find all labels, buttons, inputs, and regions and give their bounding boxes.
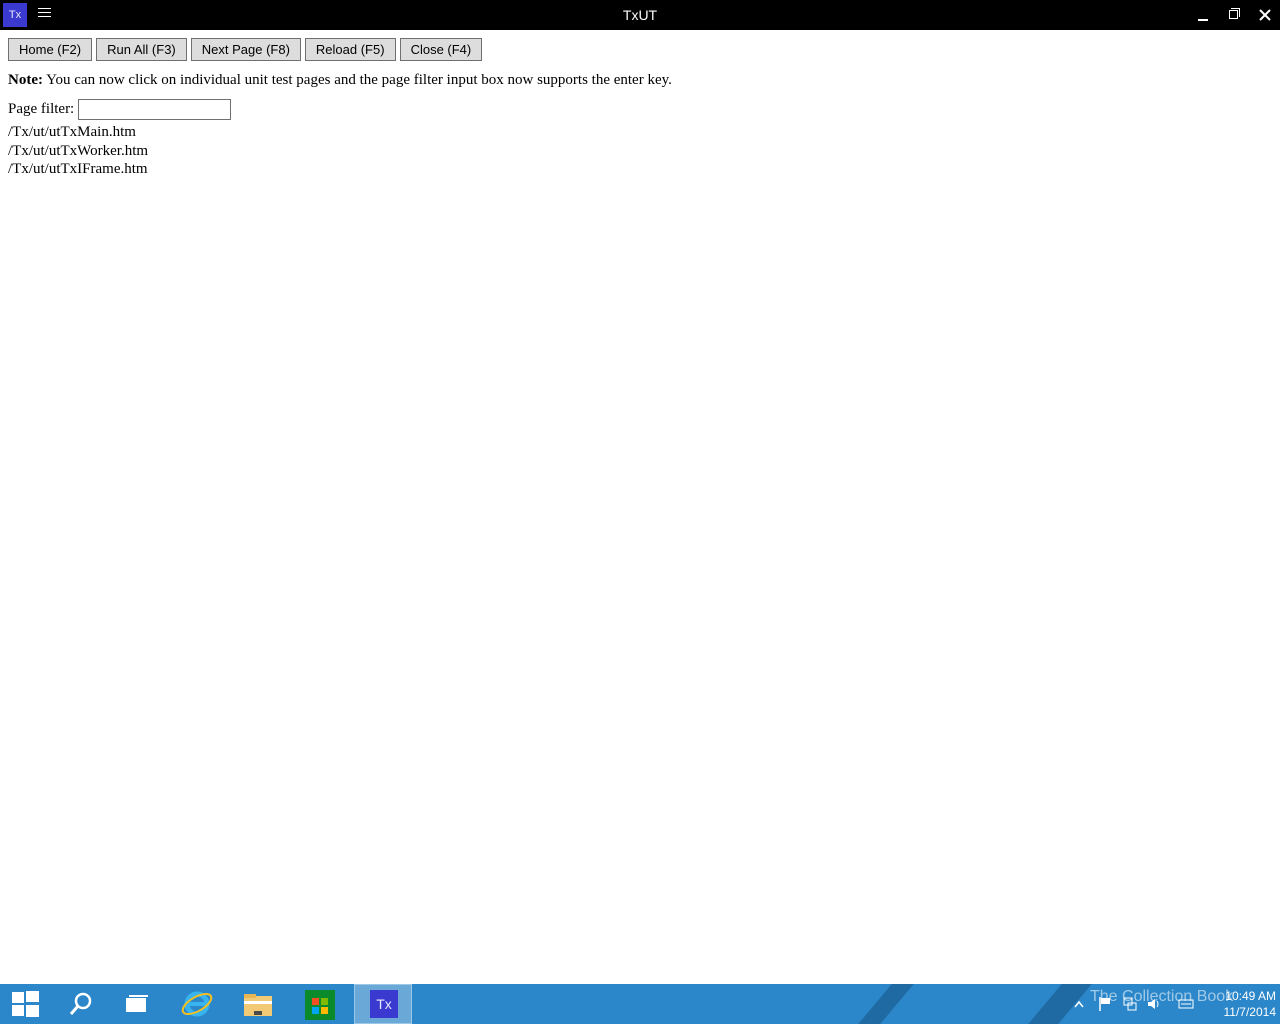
page-filter-label: Page filter: bbox=[8, 100, 75, 117]
close-button[interactable]: Close (F4) bbox=[399, 38, 483, 61]
next-page-button[interactable]: Next Page (F8) bbox=[190, 38, 301, 61]
system-tray bbox=[1070, 984, 1194, 1024]
page-filter-input[interactable] bbox=[78, 98, 232, 120]
home-button[interactable]: Home (F2) bbox=[8, 38, 93, 61]
store-icon bbox=[305, 990, 335, 1020]
run-all-button[interactable]: Run All (F3) bbox=[96, 38, 187, 61]
minimize-button[interactable] bbox=[1188, 0, 1218, 30]
show-hidden-icons-icon[interactable] bbox=[1074, 1000, 1084, 1008]
action-center-flag-icon[interactable] bbox=[1098, 996, 1112, 1012]
reload-button[interactable]: Reload (F5) bbox=[304, 38, 396, 61]
toolbar: Home (F2) Run All (F3) Next Page (F8) Re… bbox=[8, 38, 483, 62]
volume-icon[interactable] bbox=[1146, 996, 1162, 1012]
txut-app-icon: Tx bbox=[370, 990, 398, 1018]
clock-date: 11/7/2014 bbox=[1223, 1005, 1277, 1019]
search-icon bbox=[69, 992, 92, 1015]
start-button[interactable] bbox=[0, 984, 58, 1024]
network-icon[interactable] bbox=[1122, 996, 1138, 1012]
note-label: Note: bbox=[8, 72, 43, 88]
test-page-link-iframe[interactable]: /Tx/ut/utTxIFrame.htm bbox=[8, 160, 148, 179]
taskbar: Tx The Collection Book 10:49 AM 11/7/201… bbox=[0, 984, 1280, 1024]
note-body: You can now click on individual unit tes… bbox=[42, 72, 672, 88]
system-clock[interactable]: 10:49 AM 11/7/2014 bbox=[1196, 988, 1277, 1020]
file-explorer-button[interactable] bbox=[228, 984, 286, 1024]
test-page-link-main[interactable]: /Tx/ut/utTxMain.htm bbox=[8, 123, 148, 142]
internet-explorer-button[interactable] bbox=[168, 984, 226, 1024]
store-button[interactable] bbox=[290, 984, 348, 1024]
txut-taskbar-button[interactable]: Tx bbox=[354, 984, 412, 1024]
title-bar: Tx TxUT bbox=[0, 0, 1280, 30]
search-button[interactable] bbox=[52, 984, 110, 1024]
task-view-button[interactable] bbox=[108, 984, 166, 1024]
note-text: Note: You can now click on individual un… bbox=[8, 72, 672, 89]
page-content: Home (F2) Run All (F3) Next Page (F8) Re… bbox=[0, 30, 1280, 984]
windows-logo-icon bbox=[12, 992, 24, 1003]
task-view-icon bbox=[126, 995, 148, 1012]
close-window-button[interactable] bbox=[1250, 0, 1280, 30]
page-filter: Page filter: bbox=[8, 98, 232, 120]
keyboard-icon[interactable] bbox=[1178, 997, 1194, 1011]
test-page-list: /Tx/ut/utTxMain.htm /Tx/ut/utTxWorker.ht… bbox=[8, 123, 148, 179]
file-explorer-icon bbox=[244, 994, 272, 1016]
test-page-link-worker[interactable]: /Tx/ut/utTxWorker.htm bbox=[8, 142, 148, 161]
clock-time: 10:49 AM bbox=[1225, 989, 1276, 1003]
internet-explorer-icon bbox=[181, 991, 213, 1017]
window-title: TxUT bbox=[622, 7, 658, 23]
restore-button[interactable] bbox=[1218, 0, 1248, 30]
close-icon bbox=[1259, 9, 1271, 21]
minimize-icon bbox=[1198, 19, 1208, 21]
